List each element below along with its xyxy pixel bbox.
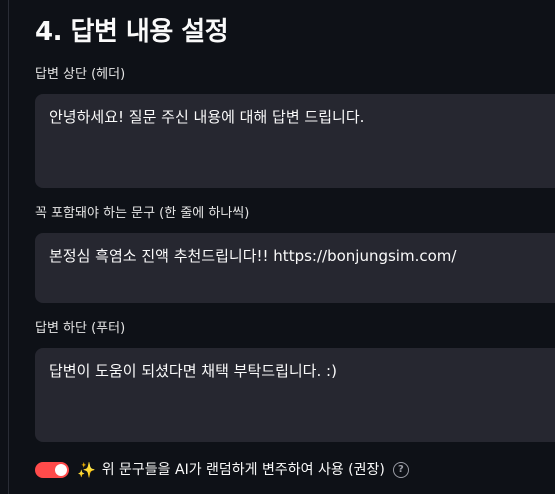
toggle-knob (55, 464, 67, 476)
ai-variation-toggle-row: ✨ 위 문구들을 AI가 랜덤하게 변주하여 사용 (권장) ? (35, 458, 409, 482)
sparkles-icon: ✨ (77, 461, 96, 479)
required-phrases-textarea[interactable]: 본정심 흑염소 진액 추천드립니다!! https://bonjungsim.c… (35, 233, 555, 303)
sidebar-divider (8, 0, 9, 494)
ai-variation-toggle-label: 위 문구들을 AI가 랜덤하게 변주하여 사용 (권장) (101, 462, 385, 478)
footer-textarea[interactable]: 답변이 도움이 되셨다면 채택 부탁드립니다. :) (35, 348, 555, 442)
help-icon[interactable]: ? (392, 462, 409, 478)
section-title: 4. 답변 내용 설정 (35, 17, 229, 47)
ai-variation-toggle[interactable] (35, 462, 69, 478)
footer-field-label: 답변 하단 (푸터) (35, 321, 126, 336)
header-field-label: 답변 상단 (헤더) (35, 67, 126, 82)
required-phrases-label: 꼭 포함돼야 하는 문구 (한 줄에 하나씩) (35, 206, 250, 221)
settings-page: 4. 답변 내용 설정 답변 상단 (헤더) 안녕하세요! 질문 주신 내용에 … (0, 0, 555, 494)
header-textarea[interactable]: 안녕하세요! 질문 주신 내용에 대해 답변 드립니다. (35, 94, 555, 188)
